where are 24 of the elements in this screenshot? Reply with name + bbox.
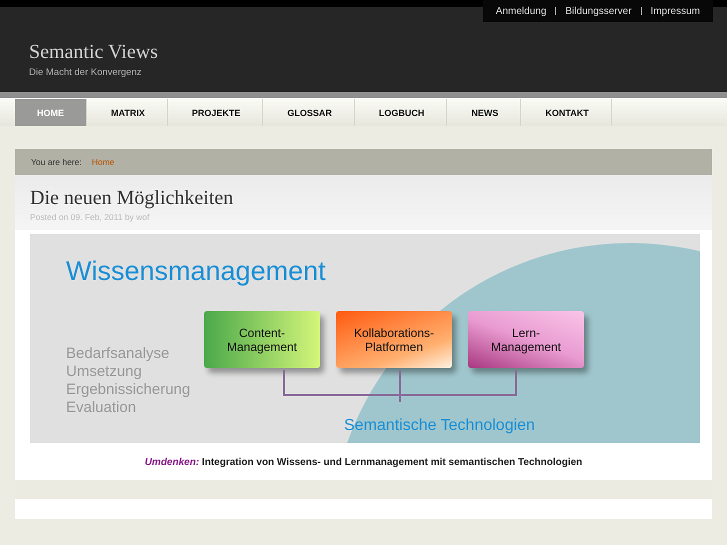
nav-tab[interactable]: GLOSSAR xyxy=(265,99,355,126)
nav-tab[interactable]: KONTAKT xyxy=(523,99,612,126)
post-title: Die neuen Möglichkeiten xyxy=(30,187,234,210)
step-label: Ergebnissicherung xyxy=(66,381,190,399)
top-link[interactable]: Anmeldung xyxy=(496,6,546,16)
site-tagline: Die Macht der Konvergenz xyxy=(29,67,142,78)
top-link[interactable]: Bildungsserver xyxy=(565,6,632,16)
diagram-title: Wissensmanagement xyxy=(66,256,326,287)
step-label: Umsetzung xyxy=(66,363,143,381)
nav-tab[interactable]: MATRIX xyxy=(89,99,168,126)
step-label: Evaluation xyxy=(66,399,138,417)
top-link[interactable]: Impressum xyxy=(650,6,700,16)
diagram-base-label: Semantische Technologien xyxy=(344,417,535,435)
nav-tab[interactable]: LOGBUCH xyxy=(356,99,448,126)
nav-tab[interactable]: PROJEKTE xyxy=(170,99,264,126)
diagram-box: Lern- Management xyxy=(468,311,584,368)
breadcrumb-label: You are here: xyxy=(31,157,82,167)
diagram-box: Content- Management xyxy=(204,311,320,368)
image-caption: Umdenken: Integration von Wissens- und Lernmanagement mit semantischen Technologien xyxy=(144,457,584,468)
post-meta: Posted on 09. Feb, 2011 by wof xyxy=(30,212,150,222)
nav-tab[interactable]: NEWS xyxy=(449,99,522,126)
step-label: Bedarfsanalyse xyxy=(66,345,170,363)
diagram-box: Kollaborations- Platformen xyxy=(336,311,452,368)
site-title[interactable]: Semantic Views xyxy=(29,41,727,64)
